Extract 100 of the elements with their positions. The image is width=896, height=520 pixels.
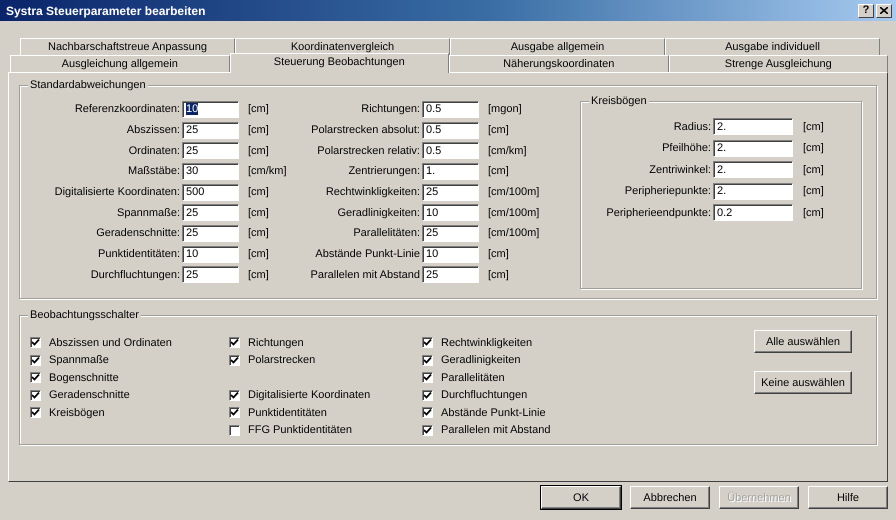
field-label: Abstände Punkt-Linie xyxy=(314,248,421,260)
checkbox[interactable] xyxy=(30,407,41,418)
group-title: Standardabweichungen xyxy=(28,79,148,92)
field-label: Polarstrecken absolut: xyxy=(310,124,421,136)
input-field[interactable]: 0.5 xyxy=(422,142,479,160)
unit-label: [cm] xyxy=(247,124,270,136)
checkbox-label: Polarstrecken xyxy=(248,354,316,366)
input-field[interactable]: 10 xyxy=(422,246,479,263)
input-field[interactable]: 25 xyxy=(182,224,239,242)
checkbox-label: Richtungen xyxy=(248,336,304,349)
field-label: Referenzkoordinaten: xyxy=(74,103,181,116)
checkbox-label: FFG Punktidentitäten xyxy=(248,424,352,436)
unit-label: [mgon] xyxy=(487,103,523,116)
unit-label: [cm/100m] xyxy=(487,186,540,198)
tab[interactable]: Näherungskoordinaten xyxy=(449,55,668,72)
input-field[interactable]: 25 xyxy=(422,184,479,201)
unit-label: [cm] xyxy=(487,268,510,281)
field-label: Ordinaten: xyxy=(128,144,181,157)
input-field[interactable]: 2. xyxy=(713,161,793,178)
checkbox[interactable] xyxy=(422,372,433,384)
unit-label: [cm] xyxy=(802,185,825,198)
input-field[interactable]: 10 xyxy=(182,246,239,263)
checkbox[interactable] xyxy=(229,354,240,366)
select-button[interactable]: Alle auswählen xyxy=(754,330,852,353)
input-field[interactable]: 25 xyxy=(422,266,479,284)
field-label: Zentrierungen: xyxy=(347,165,421,178)
checkbox[interactable] xyxy=(229,407,240,418)
tab[interactable]: Ausgabe individuell xyxy=(665,38,880,55)
input-field[interactable]: 0.5 xyxy=(422,100,479,118)
tab[interactable]: Ausgleichung allgemein xyxy=(10,55,230,72)
unit-label: [cm] xyxy=(802,164,825,176)
input-field[interactable]: 500 xyxy=(182,184,239,201)
field-label: Maßstäbe: xyxy=(127,165,181,178)
input-field[interactable]: 30 xyxy=(182,162,239,180)
field-label: Polarstrecken relativ: xyxy=(316,144,421,157)
field-label: Rechtwinkligkeiten: xyxy=(324,186,421,198)
input-field[interactable]: 25 xyxy=(422,224,479,242)
checkbox-label: Bogenschnitte xyxy=(49,372,119,384)
input-field[interactable]: 25 xyxy=(182,204,239,222)
field-label: Peripheriepunkte: xyxy=(624,185,712,198)
checkbox-label: Spannmaße xyxy=(49,354,109,366)
field-label: Richtungen: xyxy=(360,103,421,116)
checkbox-label: Punktidentitäten xyxy=(248,406,327,419)
checkbox[interactable] xyxy=(229,424,240,436)
checkbox[interactable] xyxy=(422,424,433,436)
checkbox-label: Kreisbögen xyxy=(49,406,105,419)
field-label: Durchfluchtungen: xyxy=(90,268,181,281)
input-field[interactable]: 1. xyxy=(422,162,479,180)
input-field[interactable]: 0.2 xyxy=(713,204,793,222)
unit-label: [cm] xyxy=(247,206,270,219)
checkbox-label: Durchfluchtungen xyxy=(441,389,528,402)
field-label: Pfeilhöhe: xyxy=(661,142,712,154)
dialog-button[interactable]: Abbrechen xyxy=(630,486,710,509)
unit-label: [cm] xyxy=(247,268,270,281)
checkbox[interactable] xyxy=(229,337,240,348)
dialog-button[interactable]: Hilfe xyxy=(808,486,888,509)
input-field[interactable]: 25 xyxy=(182,122,239,139)
checkbox-label: Geradenschnitte xyxy=(49,389,130,402)
checkbox-label: Geradlinigkeiten xyxy=(441,354,520,366)
checkbox[interactable] xyxy=(422,354,433,366)
input-field[interactable]: 10 xyxy=(422,204,479,222)
unit-label: [cm] xyxy=(247,186,270,198)
checkbox-label: Abstände Punkt-Linie xyxy=(441,406,546,419)
unit-label: [cm] xyxy=(247,144,270,157)
tab[interactable]: Ausgabe allgemein xyxy=(450,38,665,55)
tab[interactable]: Nachbarschaftstreue Anpassung xyxy=(20,38,235,55)
unit-label: [cm] xyxy=(487,124,510,136)
close-icon[interactable] xyxy=(880,7,888,14)
tab[interactable]: Strenge Ausgleichung xyxy=(668,55,888,72)
group-title: Beobachtungsschalter xyxy=(28,309,141,322)
unit-label: [cm] xyxy=(487,248,510,260)
input-field[interactable]: 10 xyxy=(182,100,239,118)
checkbox[interactable] xyxy=(422,390,433,401)
input-field[interactable]: 25 xyxy=(182,142,239,160)
input-field[interactable]: 25 xyxy=(182,266,239,284)
group-title: Kreisbögen xyxy=(589,95,649,108)
field-label: Geradenschnitte: xyxy=(95,227,181,240)
input-field[interactable]: 2. xyxy=(713,118,793,136)
select-button[interactable]: Keine auswählen xyxy=(754,371,852,394)
unit-label: [cm] xyxy=(247,248,270,260)
checkbox[interactable] xyxy=(30,337,41,348)
field-label: Abszissen: xyxy=(126,124,181,136)
checkbox[interactable] xyxy=(30,390,41,401)
tab[interactable]: Steuerung Beobachtungen xyxy=(230,53,449,73)
unit-label: [cm] xyxy=(802,120,825,133)
input-field[interactable]: 0.5 xyxy=(422,122,479,139)
field-label: Spannmaße: xyxy=(116,206,181,219)
input-field[interactable]: 2. xyxy=(713,140,793,157)
help-button[interactable]: ? xyxy=(858,4,874,18)
checkbox[interactable] xyxy=(422,407,433,418)
unit-label: [cm/100m] xyxy=(487,206,540,219)
checkbox[interactable] xyxy=(30,354,41,366)
input-field[interactable]: 2. xyxy=(713,182,793,200)
dialog-button[interactable]: OK xyxy=(541,486,621,509)
checkbox-label: Parallelitäten xyxy=(441,372,505,384)
checkbox[interactable] xyxy=(30,372,41,384)
checkbox[interactable] xyxy=(422,337,433,348)
close-button[interactable] xyxy=(876,4,892,18)
unit-label: [cm] xyxy=(487,165,510,178)
checkbox[interactable] xyxy=(229,390,240,401)
